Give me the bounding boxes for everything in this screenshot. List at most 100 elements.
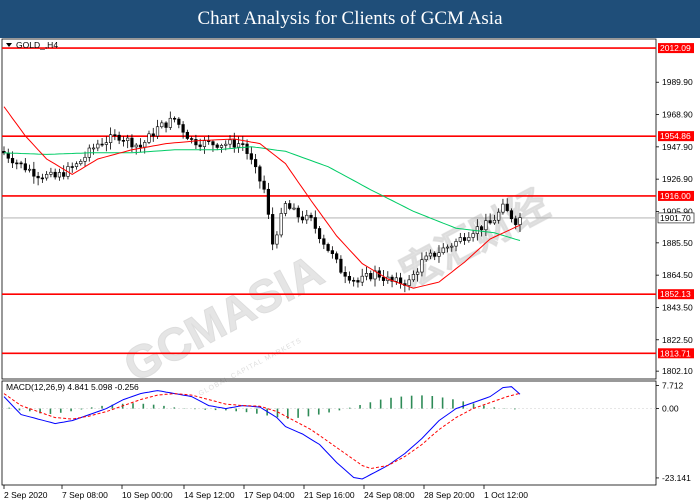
candle-body [249, 153, 253, 160]
candle-body [488, 220, 492, 224]
candle-body [96, 143, 100, 149]
candle-body [126, 137, 130, 142]
candle-body [219, 145, 224, 148]
candle-body [369, 273, 373, 280]
y-tick-label: 1989.90 [662, 77, 693, 87]
candle-body [181, 124, 185, 133]
candle-body [300, 216, 305, 221]
candle-body [309, 214, 313, 218]
level-tag: 1916.00 [660, 191, 691, 201]
candle-body [450, 245, 454, 248]
candle-body [232, 139, 236, 148]
y-tick-label: 1822.50 [662, 335, 693, 345]
candle-body [177, 118, 181, 125]
candle-body [62, 172, 66, 177]
level-tag: 2012.09 [660, 43, 691, 53]
candle-body [317, 228, 322, 240]
y-tick-label: 1926.90 [662, 174, 693, 184]
candle-body [484, 220, 488, 231]
candle-body [271, 214, 275, 245]
candle-body [57, 172, 62, 178]
candle-body [185, 131, 189, 139]
y-tick-label: 1885.50 [662, 238, 693, 248]
candle-body [437, 252, 441, 257]
chart-canvas[interactable]: GCMASIA 宏汇财经 GLOBAL CAPITAL MARKETS 1989… [0, 38, 700, 500]
level-tag: 1954.86 [660, 131, 691, 141]
candle-body [228, 139, 232, 145]
x-tick-label: 28 Sep 20:00 [424, 490, 475, 500]
candle-body [347, 275, 352, 281]
candle-body [296, 207, 300, 218]
candle-body [313, 217, 317, 229]
candle-body [262, 180, 266, 190]
x-tick-label: 17 Sep 04:00 [244, 490, 295, 500]
candle-body [32, 168, 36, 177]
y-tick-label: 1947.90 [662, 142, 693, 152]
candle-body [445, 246, 450, 249]
candle-body [330, 250, 334, 254]
candle-body [104, 142, 108, 145]
x-tick-label: 21 Sep 16:00 [304, 490, 355, 500]
candle-body [147, 133, 151, 143]
candle-body [480, 226, 484, 231]
candle-body [117, 134, 121, 141]
x-tick-label: 1 Oct 12:00 [484, 490, 528, 500]
macd-panel-border [1, 380, 657, 486]
candle-body [49, 171, 53, 175]
candle-body [509, 210, 514, 220]
candle-body [224, 143, 228, 146]
candle-body [15, 162, 19, 165]
candle-body [91, 147, 96, 150]
candle-body [279, 213, 283, 236]
page-title: Chart Analysis for Clients of GCM Asia [0, 0, 700, 38]
y-tick-label: 1864.50 [662, 270, 693, 280]
macd-tick-label: 7.712 [662, 380, 684, 390]
candle-body [398, 277, 403, 284]
candle-body [454, 241, 458, 247]
candle-body [74, 163, 79, 167]
candle-body [292, 207, 296, 210]
candle-body [492, 219, 497, 224]
candle-body [258, 166, 262, 182]
candle-body [381, 276, 386, 281]
candle-body [335, 253, 339, 260]
candle-body [207, 140, 211, 142]
price-axis: 1989.901968.901947.901926.901905.901885.… [656, 77, 693, 376]
candle-body [394, 277, 398, 282]
candle-body [254, 159, 258, 168]
candle-body [245, 143, 249, 154]
candle-body [198, 144, 202, 147]
candle-body [360, 275, 364, 283]
candle-body [138, 144, 143, 148]
candle-body [458, 237, 462, 242]
candle-body [266, 188, 270, 215]
chart-screenshot: Chart Analysis for Clients of GCM Asia G… [0, 0, 700, 500]
candle-body [236, 143, 241, 148]
candle-body [27, 168, 32, 171]
candle-body [326, 244, 330, 251]
y-tick-label: 1802.10 [662, 366, 693, 376]
candle-body [275, 234, 279, 245]
candle-body [194, 139, 198, 146]
candle-body [441, 247, 445, 254]
level-tag: 1852.13 [660, 289, 691, 299]
current-price-tag: 1901.70 [660, 213, 691, 223]
macd-axis: 7.712 0.00 -23.141 [656, 380, 691, 483]
candle-body [109, 134, 113, 143]
candle-body [164, 122, 168, 128]
candle-body [79, 161, 83, 165]
candle-body [172, 117, 177, 120]
candle-body [428, 252, 433, 257]
candle-body [19, 162, 23, 165]
candle-body [190, 138, 194, 140]
candle-body [343, 272, 347, 277]
candle-body [305, 214, 309, 221]
candle-body [462, 237, 467, 241]
y-tick-label: 1968.90 [662, 110, 693, 120]
candle-body [202, 140, 207, 147]
candle-body [497, 211, 501, 221]
time-axis: 2 Sep 2020 7 Sep 08:00 10 Sep 00:00 14 Sep … [3, 485, 528, 500]
candle-body [151, 133, 155, 137]
candle-body [288, 203, 292, 209]
x-tick-label: 24 Sep 08:00 [364, 490, 415, 500]
